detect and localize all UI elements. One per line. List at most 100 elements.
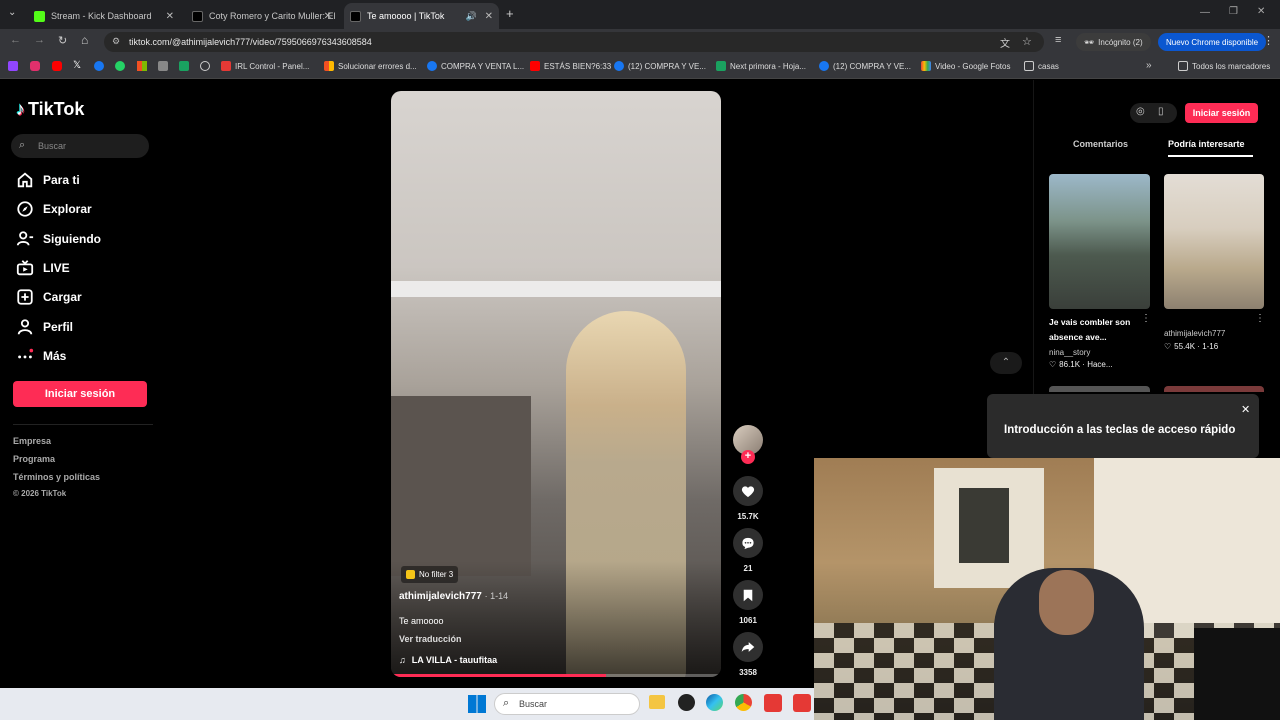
chrome-icon[interactable] [735,694,752,711]
back-icon[interactable]: ← [10,34,21,46]
nav-cargar[interactable]: Cargar [16,288,82,306]
forward-icon[interactable]: → [34,34,45,46]
more-bookmarks-icon[interactable]: » [1146,60,1152,71]
taskbar-search[interactable]: ⌕ Buscar [494,693,640,715]
follow-plus-button[interactable]: + [741,450,755,464]
update-chrome-button[interactable]: Nuevo Chrome disponible [1158,33,1267,51]
windows-start-icon[interactable] [468,695,486,713]
star-icon[interactable]: ☆ [1022,35,1032,48]
footer-copyright: © 2026 TikTok [13,489,67,498]
bookmark-errores[interactable]: Solucionar errores d... [324,61,417,71]
minimize-button[interactable]: — [1200,7,1210,18]
footer-empresa[interactable]: Empresa [13,436,51,446]
logo-text: TikTok [28,99,85,119]
globe-icon[interactable] [200,61,210,71]
menu-icon[interactable]: ⋮ [1263,34,1274,47]
incognito-badge[interactable]: 🕶 Incógnito (2) [1076,33,1151,51]
nav-label: Para ti [43,173,80,187]
card-more-icon[interactable]: ⋮ [1141,313,1151,324]
effect-tag[interactable]: No filter 3 [401,566,459,583]
card-author[interactable]: athimijalevich777 [1164,329,1225,338]
translate-link[interactable]: Ver traducción [399,634,462,644]
app-icon[interactable] [678,694,695,711]
translate-icon[interactable]: ⽂ [1000,35,1010,50]
reload-icon[interactable]: ↻ [58,34,67,47]
x-icon[interactable]: 𝕏 [73,60,81,71]
video-thumbnail[interactable] [1049,174,1150,309]
scroll-up-button[interactable]: ⌃ [990,352,1022,374]
sheets-icon[interactable] [179,61,189,71]
youtube-icon[interactable] [52,61,62,71]
file-explorer-icon[interactable] [649,695,665,709]
login-button[interactable]: Iniciar sesión [13,381,147,407]
window-close-button[interactable]: ✕ [1257,6,1265,17]
nav-para-ti[interactable]: Para ti [16,171,80,189]
nav-siguiendo[interactable]: Siguiendo [16,230,101,248]
microsoft-icon[interactable] [137,61,147,71]
bookmark-icon[interactable] [158,61,168,71]
video-player[interactable]: No filter 3 athimijalevich777 · 1-14 Te … [391,91,721,677]
video-thumbnail[interactable] [1164,174,1264,309]
music-row[interactable]: ♫ LA VILLA - tauufitaa [399,655,497,665]
card-title[interactable]: Je vais combler son absence ave... [1049,315,1141,345]
tab-kick[interactable]: Stream - Kick Dashboard ✕ [28,3,180,29]
following-icon [16,231,34,246]
address-bar[interactable]: ⚙ tiktok.com/@athimijalevich777/video/75… [104,32,1044,52]
audio-icon[interactable]: 🔊 [466,11,477,22]
instagram-icon[interactable] [30,61,40,71]
bookmark-casas[interactable]: casas [1024,61,1059,71]
nav-mas[interactable]: Más [16,347,66,365]
app-icon[interactable] [793,694,811,712]
compass-icon [17,201,33,217]
tab-comentarios[interactable]: Comentarios [1073,139,1128,149]
comment-action[interactable]: 21 [733,528,763,573]
card-more-icon[interactable]: ⋮ [1255,313,1265,324]
bookmark-label: (12) COMPRA Y VE... [628,61,706,71]
card-author[interactable]: nina__story [1049,348,1090,357]
app-icon[interactable] [764,694,782,712]
nav-explorar[interactable]: Explorar [16,200,92,218]
device-icon[interactable]: ▯ [1158,106,1164,117]
panel-login-button[interactable]: Iniciar sesión [1185,103,1258,123]
nav-live[interactable]: LIVE [16,259,70,277]
nav-perfil[interactable]: Perfil [16,318,73,336]
all-bookmarks[interactable]: Todos los marcadores [1178,61,1270,71]
compass-icon[interactable]: ◎ [1136,106,1145,117]
site-info-icon[interactable]: ⚙ [112,36,120,47]
save-action[interactable]: 1061 [733,580,763,625]
home-icon[interactable]: ⌂ [81,33,88,47]
close-icon[interactable]: ✕ [324,11,332,22]
tab-tiktok-active[interactable]: Te amoooo | TikTok 🔊 ✕ [344,3,499,29]
close-icon[interactable]: ✕ [166,11,174,22]
facebook-icon[interactable] [94,61,104,71]
maximize-button[interactable]: ❐ [1229,6,1238,17]
whatsapp-icon[interactable] [115,61,125,71]
upload-icon [17,289,33,305]
tab-coty[interactable]: Coty Romero y Carito Muller: El ✕ [186,3,338,29]
share-action[interactable]: 3358 [733,632,763,677]
bookmark-next[interactable]: Next primora - Hoja... [716,61,806,71]
bookmark-compra1[interactable]: COMPRA Y VENTA L... [427,61,524,71]
tab-list-icon[interactable]: ≡ [1055,34,1061,46]
windows-taskbar: ⌕ Buscar [0,688,814,720]
like-action[interactable]: 15.7K [733,476,763,521]
footer-terminos[interactable]: Términos y políticas [13,472,100,482]
twitch-icon[interactable] [8,61,18,71]
tiktok-icon [350,10,361,22]
bookmark-estas-bien[interactable]: ESTÁS BIEN?6:33 [530,61,611,71]
bookmark-fotos[interactable]: Video - Google Fotos [921,61,1010,71]
tab-search-icon[interactable]: ⌄ [8,7,16,18]
new-tab-button[interactable]: + [506,6,514,21]
close-icon[interactable]: ✕ [1241,403,1250,416]
bookmark-irl[interactable]: IRL Control - Panel... [221,61,309,71]
tab-podria-interesarte[interactable]: Podría interesarte [1168,139,1245,149]
tiktok-logo[interactable]: ♪ TikTok [16,99,84,120]
edge-icon[interactable] [706,694,723,711]
bookmark-label: Solucionar errores d... [338,61,417,71]
bookmark-compra3[interactable]: (12) COMPRA Y VE... [819,61,911,71]
bookmark-compra2[interactable]: (12) COMPRA Y VE... [614,61,706,71]
search-input[interactable]: ⌕ Buscar [11,134,149,158]
footer-programa[interactable]: Programa [13,454,55,464]
close-icon[interactable]: ✕ [485,11,493,22]
video-author[interactable]: athimijalevich777 [399,591,482,602]
